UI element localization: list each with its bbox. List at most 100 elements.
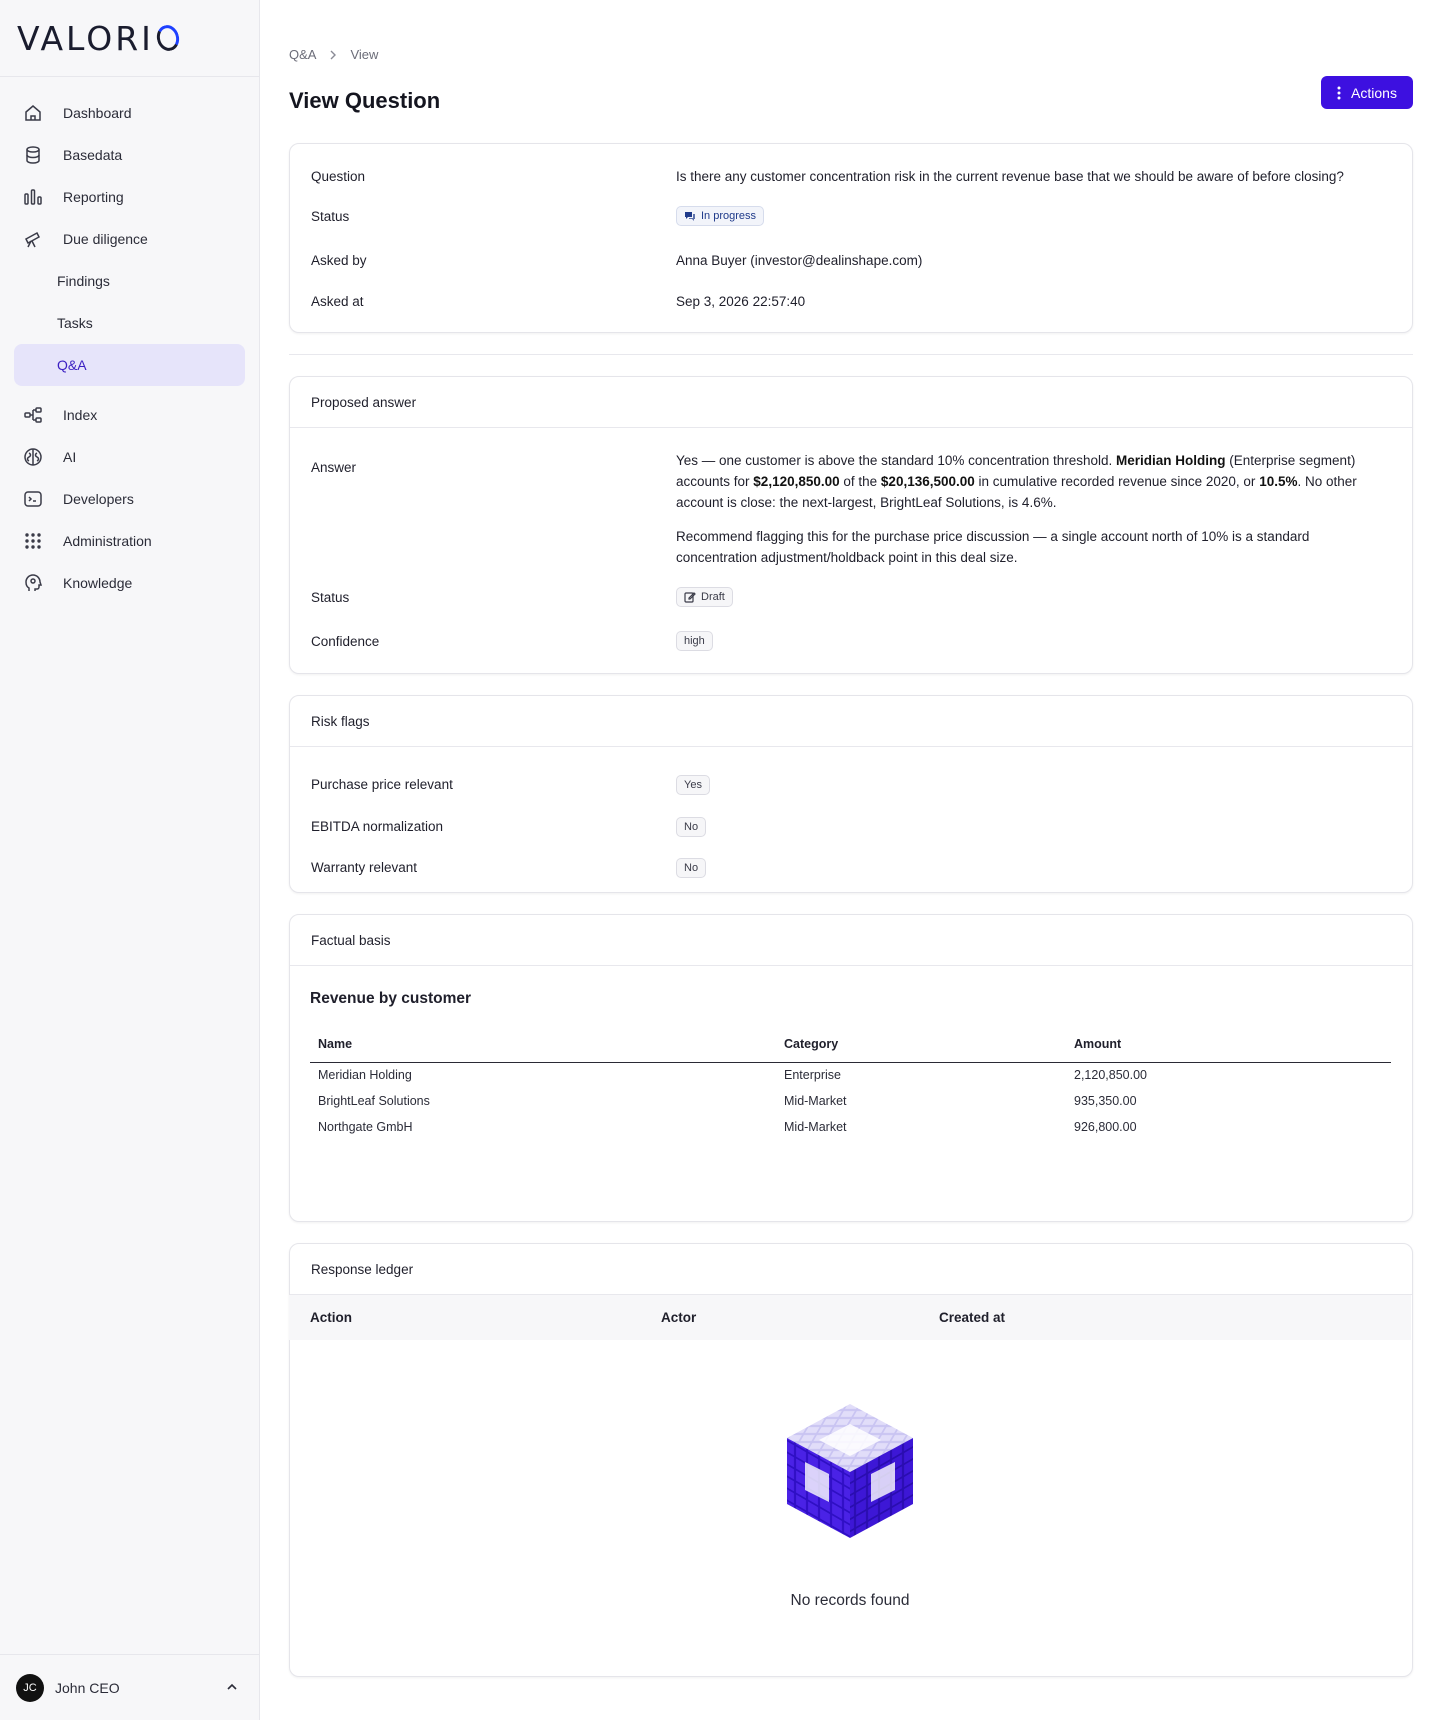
status-label: Status [311,209,350,224]
chat-bubbles-icon [684,211,696,222]
table-cell: BrightLeaf Solutions [318,1094,430,1108]
status-badge: In progress [676,206,765,226]
sidebar-item-label: Administration [63,533,152,549]
edit-icon [684,591,696,603]
actions-button[interactable]: Actions [1321,76,1413,109]
question-label: Question [311,169,366,184]
confidence-label: Confidence [311,634,380,649]
asked-by-value: Anna Buyer (investor@dealinshape.com) [676,253,923,268]
database-icon [22,144,44,166]
sidebar-nav: Dashboard Basedata Reporting Due diligen… [0,77,259,604]
status-badge-text: In progress [701,210,757,222]
table-cell: Mid-Market [784,1094,847,1108]
index-icon [22,404,44,426]
chevron-right-icon [328,50,338,60]
risk-flag-label: EBITDA normalization [311,819,444,834]
table-cell: Northgate GmbH [318,1120,413,1134]
breadcrumb-root[interactable]: Q&A [289,47,316,62]
question-value: Is there any customer concentration risk… [676,169,1344,184]
sidebar-item-dashboard[interactable]: Dashboard [14,92,245,134]
table-cell: Meridian Holding [318,1068,412,1083]
sidebar-item-label: Reporting [63,189,124,205]
answer-label: Answer [311,460,357,475]
sidebar-item-index[interactable]: Index [14,394,245,436]
sidebar-item-label: Findings [57,273,110,289]
proposed-answer-title: Proposed answer [290,377,1412,428]
column-header[interactable]: Name [310,1026,776,1063]
head-icon [22,572,44,594]
response-ledger-title: Response ledger [290,1244,1412,1295]
sidebar-item-findings[interactable]: Findings [14,260,245,302]
section-divider [289,354,1413,355]
sidebar-item-label: Index [63,407,98,423]
sidebar-item-tasks[interactable]: Tasks [14,302,245,344]
column-header[interactable]: Amount [1066,1026,1391,1063]
risk-flag-badge: Yes [676,775,710,795]
sidebar-item-developers[interactable]: Developers [14,478,245,520]
draft-badge: Draft [676,587,733,607]
risk-flags-title: Risk flags [290,696,1412,747]
column-header[interactable]: Actor [661,1310,696,1325]
asked-at-label: Asked at [311,294,364,309]
logo-o-mark [153,22,182,54]
risk-flag-badge: No [676,817,707,837]
risk-flag-label: Purchase price relevant [311,777,453,792]
answer-status-label: Status [311,590,350,605]
breadcrumb: Q&A View [289,47,378,62]
draft-badge-text: Draft [701,591,725,603]
brand-logo[interactable]: VALORI [0,0,259,77]
home-icon [22,102,44,124]
factual-basis-title: Factual basis [290,915,1412,966]
bar-chart-icon [22,186,44,208]
breadcrumb-current: View [350,47,379,62]
risk-flag-badge: No [676,858,707,878]
column-header[interactable]: Created at [939,1310,1005,1325]
brain-icon [22,446,44,468]
sidebar-item-label: Basedata [63,147,123,163]
user-menu[interactable]: JC John CEO [0,1654,260,1720]
risk-flag-label: Warranty relevant [311,860,418,875]
revenue-table-title: Revenue by customer [310,990,472,1007]
sidebar-item-label: AI [63,449,77,465]
sidebar-item-label: Developers [63,491,134,507]
table-row: Northgate GmbH Mid-Market 926,800.00 [310,1114,1391,1140]
question-card: Question Is there any customer concentra… [289,143,1413,333]
column-header[interactable]: Action [310,1310,352,1325]
sidebar-item-knowledge[interactable]: Knowledge [14,562,245,604]
terminal-icon [22,488,44,510]
table-row: Meridian Holding Enterprise 2,120,850.00 [310,1062,1391,1088]
sidebar-item-label: Dashboard [63,105,132,121]
sidebar-item-administration[interactable]: Administration [14,520,245,562]
sidebar-item-label: Q&A [57,357,87,373]
sidebar-item-basedata[interactable]: Basedata [14,134,245,176]
sidebar-item-qa[interactable]: Q&A [14,344,245,386]
confidence-badge: high [676,631,713,651]
sidebar-item-label: Due diligence [63,231,148,247]
empty-state-cube-illustration [783,1402,917,1543]
table-cell: 2,120,850.00 [1074,1068,1147,1083]
risk-flags-card: Risk flags Purchase price relevant Yes E… [289,695,1413,893]
actions-label: Actions [1351,84,1397,101]
sidebar-item-label: Tasks [57,315,93,331]
table-cell: 926,800.00 [1074,1120,1137,1134]
page-title: View Question [289,88,441,113]
table-row: BrightLeaf Solutions Mid-Market 935,350.… [310,1088,1391,1114]
sidebar-item-reporting[interactable]: Reporting [14,176,245,218]
logo-text: VALORI [17,18,154,58]
sidebar-item-due-diligence[interactable]: Due diligence [14,218,245,260]
empty-state-text: No records found [790,1592,910,1609]
proposed-answer-card: Proposed answer Answer Yes — one custome… [289,376,1413,674]
sidebar-item-ai[interactable]: AI [14,436,245,478]
chevron-up-icon[interactable] [226,1680,238,1696]
user-name: John CEO [55,1679,120,1696]
more-vertical-icon [1337,86,1341,100]
table-header-row: Name Category Amount [310,1026,1391,1063]
revenue-table: Name Category Amount Meridian Holding En… [310,1026,1391,1140]
table-cell: Mid-Market [784,1120,847,1134]
column-header[interactable]: Category [776,1026,1066,1063]
asked-by-label: Asked by [311,253,367,268]
sidebar: VALORI Dashboard Basedata Reporting Due … [0,0,260,1720]
avatar: JC [16,1673,44,1702]
answer-text: Yes — one customer is above the standard… [676,453,1357,565]
grid-icon [22,530,44,552]
